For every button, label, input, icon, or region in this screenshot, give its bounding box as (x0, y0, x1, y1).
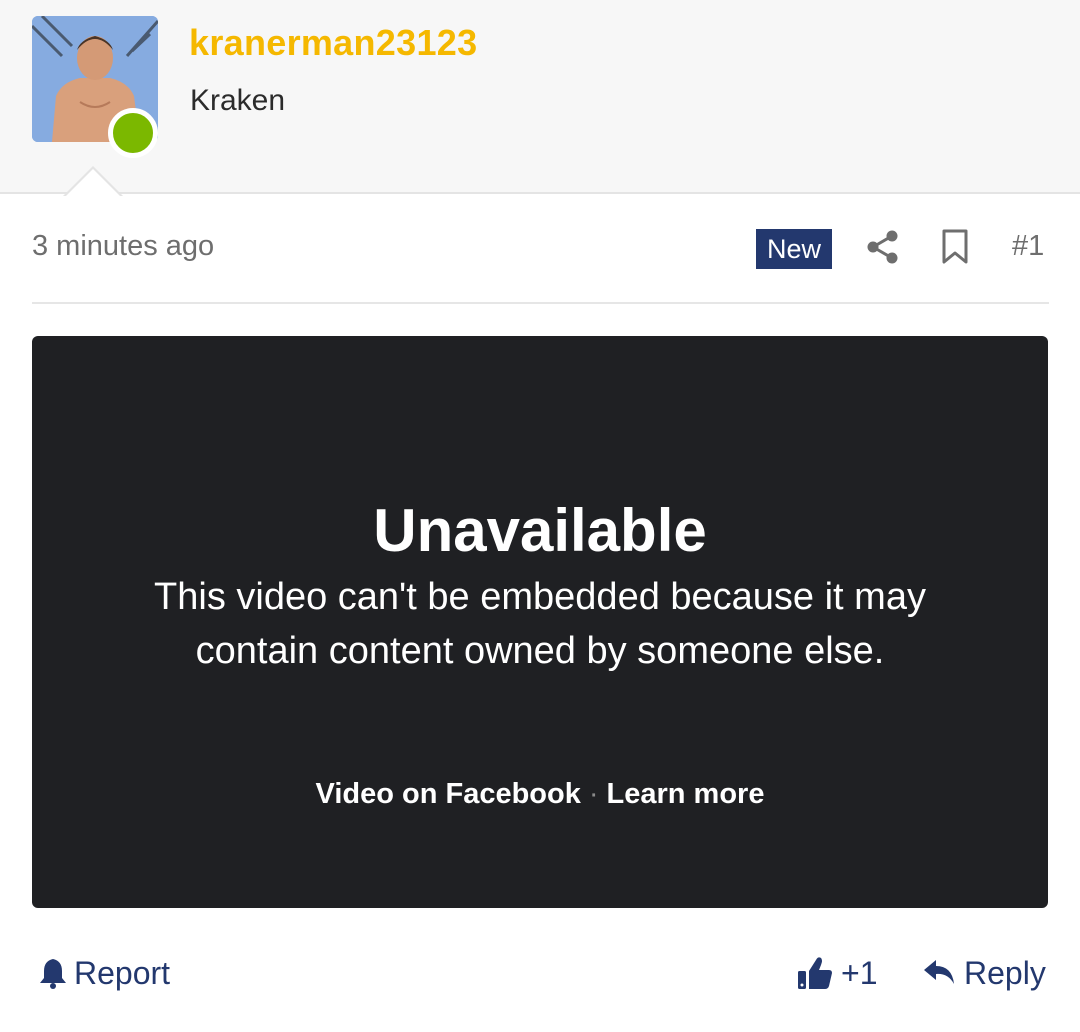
post-user-header: kranerman23123 Kraken (0, 0, 1080, 197)
embed-links: Video on Facebook · Learn more (32, 774, 1048, 814)
forum-post: kranerman23123 Kraken 3 minutes ago New … (0, 0, 1080, 1032)
bell-icon (40, 959, 66, 989)
new-badge: New (756, 229, 833, 269)
user-title: Kraken (190, 84, 286, 117)
report-button[interactable]: Report (38, 953, 170, 993)
learn-more-link[interactable]: Learn more (607, 778, 765, 810)
link-separator: · (588, 778, 599, 810)
embed-message: This video can't be embedded because it … (154, 576, 926, 672)
online-status-indicator (108, 108, 158, 158)
post-number-link[interactable]: #1 (1012, 230, 1044, 263)
embed-title: Unavailable (373, 497, 707, 564)
like-button[interactable]: +1 (797, 953, 877, 993)
bookmark-icon[interactable] (941, 229, 969, 265)
thumbs-up-icon (798, 957, 832, 989)
reply-label: Reply (964, 955, 1046, 991)
post-timestamp[interactable]: 3 minutes ago (32, 230, 214, 263)
video-embed[interactable]: Unavailable This video can't be embedded… (32, 336, 1048, 908)
reply-arrow-icon (924, 960, 954, 984)
share-icon[interactable] (866, 230, 900, 264)
reply-button[interactable]: Reply (922, 953, 1046, 993)
header-pointer (63, 166, 123, 197)
meta-divider (32, 302, 1049, 304)
video-on-facebook-link[interactable]: Video on Facebook (316, 778, 581, 810)
username-link[interactable]: kranerman23123 (189, 22, 477, 64)
like-count: +1 (841, 955, 878, 991)
report-label: Report (74, 955, 171, 991)
